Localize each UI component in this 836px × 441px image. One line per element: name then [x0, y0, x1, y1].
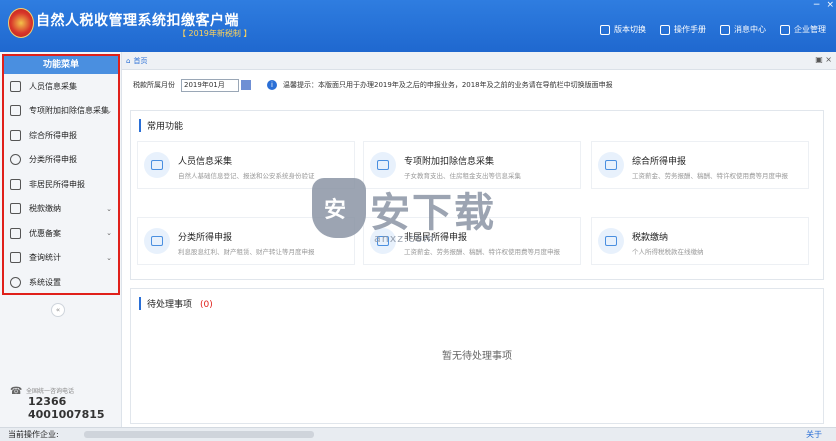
tip-text: 温馨提示：本版面只用于办理2019年及之后的申报业务，2018年及之前的业务请在… — [283, 81, 613, 89]
top-nav: 版本切换 操作手册 消息中心 企业管理 — [600, 24, 826, 35]
menu-header: 功能菜单 — [4, 56, 118, 74]
card-comprehensive-income[interactable]: 综合所得申报 工资薪金、劳务报酬、稿酬、特许权使用费等月度申报 — [591, 141, 809, 189]
sidebar-item-nonresident-income[interactable]: 非居民所得申报 — [4, 172, 118, 197]
manual-icon — [660, 24, 670, 35]
search-list-icon — [10, 252, 21, 264]
pie-icon — [10, 154, 21, 166]
period-label: 税款所属月份 — [133, 81, 175, 89]
person-outline-icon — [10, 178, 21, 190]
document-icon — [10, 227, 21, 239]
sidebar-item-comprehensive-income[interactable]: 综合所得申报 — [4, 123, 118, 148]
sidebar-item-special-deduction[interactable]: 专项附加扣除信息采集 ⌄ — [4, 99, 118, 124]
id-card-icon — [144, 152, 170, 178]
status-bar: 当前操作企业: 关于 — [0, 427, 836, 441]
title-bar: 自然人税收管理系统扣缴客户端 【 2019年新税制 】 版本切换 操作手册 消息… — [0, 0, 836, 52]
chevron-down-icon: ⌄ — [106, 229, 112, 237]
sidebar-item-classified-income[interactable]: 分类所得申报 — [4, 148, 118, 173]
message-icon — [720, 24, 730, 35]
payment-icon — [598, 228, 624, 254]
enterprise-icon — [780, 24, 790, 35]
sidebar-item-tax-payment[interactable]: 税款缴纳 ⌄ — [4, 197, 118, 222]
watermark: 安 安下载 anxz.com — [312, 176, 532, 256]
period-row: 税款所属月份 2019年01月 i 温馨提示：本版面只用于办理2019年及之后的… — [133, 78, 823, 92]
list-icon — [10, 105, 21, 117]
hotline-label: 全国统一咨询电话 — [26, 388, 75, 395]
tab-tools[interactable]: ▣ × — [815, 55, 832, 64]
enterprise-management-button[interactable]: 企业管理 — [780, 24, 826, 35]
function-menu: 功能菜单 人员信息采集 专项附加扣除信息采集 ⌄ 综合所得申报 分类所得申报 非… — [2, 54, 120, 295]
card-tax-payment[interactable]: 税款缴纳 个人所得税税款在线缴纳 — [591, 217, 809, 265]
manual-button[interactable]: 操作手册 — [660, 24, 706, 35]
app-title: 自然人税收管理系统扣缴客户端 — [36, 13, 239, 29]
pending-count: (0) — [200, 300, 213, 310]
phone-icon: ☎ — [10, 386, 23, 397]
app-subtitle: 【 2019年新税制 】 — [178, 29, 252, 38]
edit-icon — [144, 228, 170, 254]
home-icon: ⌂ — [126, 57, 131, 65]
hotline: ☎ 全国统一咨询电话 12366 4001007815 — [10, 386, 105, 421]
hotline-number: 4001007815 — [28, 408, 105, 421]
watermark-text: 安下载 — [370, 190, 496, 236]
period-input[interactable]: 2019年01月 — [181, 78, 239, 92]
tab-home[interactable]: ⌂ 首页 — [126, 56, 147, 66]
enterprise-name-redacted — [84, 431, 314, 438]
message-center-button[interactable]: 消息中心 — [720, 24, 766, 35]
calendar-picker-button[interactable] — [241, 80, 251, 90]
version-switch-button[interactable]: 版本切换 — [600, 24, 646, 35]
sidebar-item-query-statistics[interactable]: 查询统计 ⌄ — [4, 246, 118, 271]
hotline-number: 12366 — [28, 395, 67, 408]
chevron-down-icon: ⌄ — [106, 106, 112, 115]
about-link[interactable]: 关于 — [806, 429, 822, 440]
gear-icon — [10, 276, 21, 288]
sidebar-item-personnel-info[interactable]: 人员信息采集 — [4, 74, 118, 99]
form-icon — [370, 152, 396, 178]
minimize-button[interactable]: − — [813, 0, 821, 10]
empty-state: 暂无待处理事项 — [442, 351, 512, 362]
folder-icon — [10, 203, 21, 215]
tab-bar: ⌂ 首页 ▣ × — [122, 52, 836, 70]
current-enterprise-label: 当前操作企业: — [8, 430, 59, 439]
person-icon — [10, 80, 21, 92]
section-title: 待处理事项 (0) — [139, 297, 213, 310]
sidebar-item-preferential-filing[interactable]: 优惠备案 ⌄ — [4, 221, 118, 246]
layers-icon — [10, 129, 21, 141]
watermark-url: anxz.com — [374, 232, 435, 245]
pending-panel: 待处理事项 (0) 暂无待处理事项 — [130, 288, 824, 424]
window-controls: − × — [813, 0, 834, 10]
switch-version-icon — [600, 24, 610, 35]
sidebar-item-system-settings[interactable]: 系统设置 — [4, 270, 118, 295]
section-title: 常用功能 — [139, 119, 183, 132]
chevron-down-icon: ⌄ — [106, 204, 112, 213]
close-button[interactable]: × — [826, 0, 834, 10]
info-icon: i — [267, 80, 277, 90]
collapse-sidebar-button[interactable]: « — [51, 303, 65, 317]
tax-emblem-icon — [8, 8, 34, 38]
sidebar: 功能菜单 人员信息采集 专项附加扣除信息采集 ⌄ 综合所得申报 分类所得申报 非… — [0, 52, 122, 427]
chevron-down-icon: ⌄ — [106, 253, 112, 262]
report-icon — [598, 152, 624, 178]
shield-icon: 安 — [312, 178, 366, 238]
